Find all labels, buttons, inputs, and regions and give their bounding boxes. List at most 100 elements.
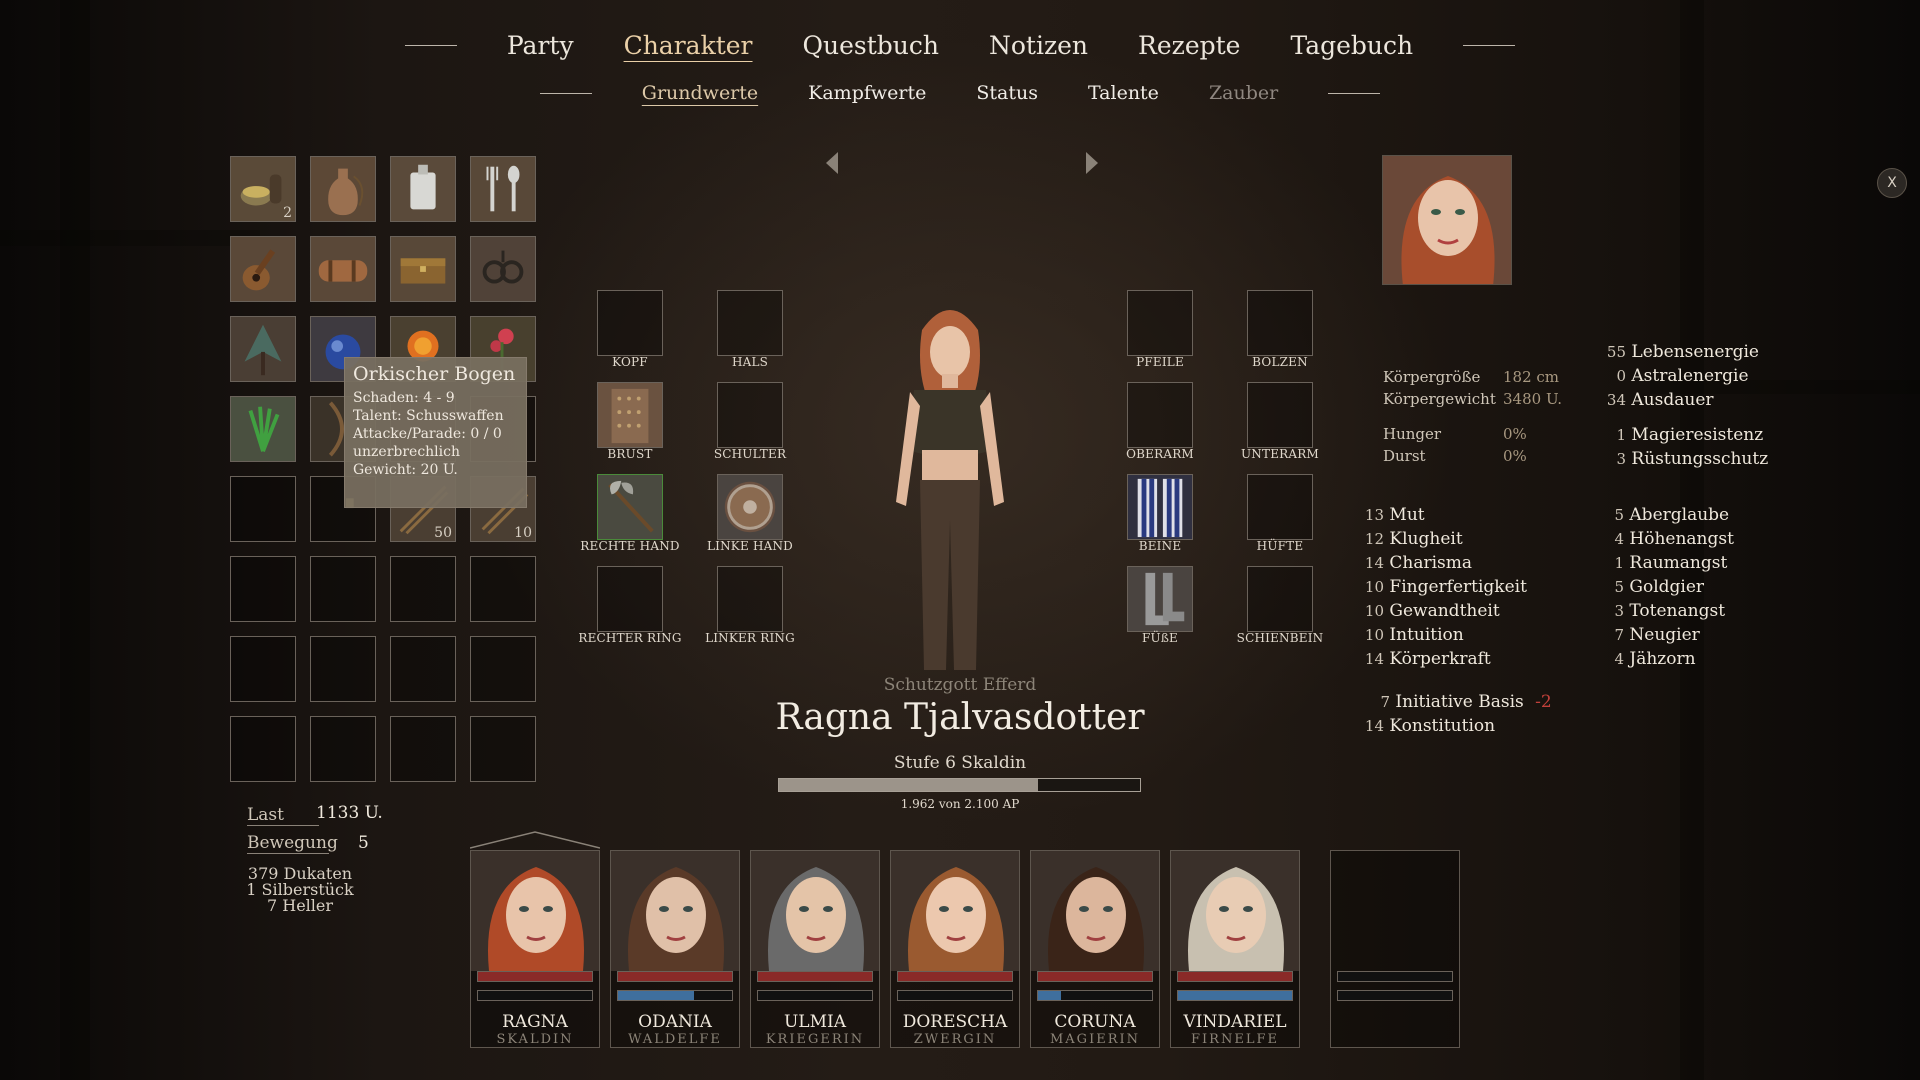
inventory-slot-empty-15[interactable] (470, 716, 536, 782)
inventory-slot-empty-11[interactable] (470, 636, 536, 702)
inventory-slot-empty-4[interactable] (230, 556, 296, 622)
hp-bar-fill (1178, 972, 1292, 981)
tab-notizen[interactable]: Notizen (989, 31, 1088, 60)
hp-bar (1337, 971, 1453, 982)
inventory-slot-waterskin[interactable] (310, 156, 376, 222)
inventory-slot-empty-3[interactable] (230, 476, 296, 542)
item-tooltip: Orkischer Bogen Schaden: 4 - 9 Talent: S… (344, 357, 527, 508)
trait-row[interactable]: 4 Jähzorn (1598, 647, 1734, 671)
party-member-dorescha[interactable]: DORESCHA ZWERGIN (890, 850, 1020, 1048)
attribute-row[interactable]: 13 Mut (1358, 503, 1527, 527)
money-heller: 7 Heller (266, 896, 334, 915)
equip-slot-hals[interactable] (717, 290, 783, 356)
trait-row[interactable]: 3 Totenangst (1598, 599, 1734, 623)
bewegung-value: 5 (358, 833, 369, 853)
inventory-slot-empty-10[interactable] (390, 636, 456, 702)
equip-slot-fuesse[interactable] (1127, 566, 1193, 632)
attribute-row[interactable]: 10 Fingerfertigkeit (1358, 575, 1527, 599)
equip-slot-rechte-hand[interactable] (597, 474, 663, 540)
inventory-slot-cutlery[interactable] (470, 156, 536, 222)
inventory-slot-shackles[interactable] (470, 236, 536, 302)
hp-bar (757, 971, 873, 982)
inventory-slot-lute[interactable] (230, 236, 296, 302)
ae-bar-fill (1038, 991, 1061, 1000)
inventory-slot-empty-8[interactable] (230, 636, 296, 702)
inventory-slot-bedroll[interactable] (310, 236, 376, 302)
trait-row[interactable]: 5 Aberglaube (1598, 503, 1734, 527)
equip-slot-beine[interactable] (1127, 474, 1193, 540)
attribute-row[interactable]: 14 Charisma (1358, 551, 1527, 575)
tab-zauber[interactable]: Zauber (1209, 82, 1278, 104)
party-portrait (891, 851, 1019, 971)
tab-questbuch[interactable]: Questbuch (803, 31, 939, 60)
inventory-slot-empty-5[interactable] (310, 556, 376, 622)
hp-bar (617, 971, 733, 982)
party-portrait (751, 851, 879, 971)
equip-slot-bolzen[interactable] (1247, 290, 1313, 356)
inventory-slot-empty-9[interactable] (310, 636, 376, 702)
attribute-row[interactable]: 10 Gewandtheit (1358, 599, 1527, 623)
tab-charakter[interactable]: Charakter (624, 31, 753, 60)
height-label: Körpergröße (1383, 368, 1481, 386)
equip-slot-rechter-ring[interactable] (597, 566, 663, 632)
attribute-row[interactable]: 10 Intuition (1358, 623, 1527, 647)
hunger-value: 0% (1503, 425, 1527, 443)
attribute-row[interactable]: 14 Körperkraft (1358, 647, 1527, 671)
tab-rezepte[interactable]: Rezepte (1138, 31, 1240, 60)
inventory-slot-arrowhead[interactable] (230, 316, 296, 382)
trait-row[interactable]: 7 Neugier (1598, 623, 1734, 647)
tab-grundwerte[interactable]: Grundwerte (642, 82, 758, 104)
inventory-slot-empty-13[interactable] (310, 716, 376, 782)
party-member-odania[interactable]: ODANIA WALDELFE (610, 850, 740, 1048)
inventory-slot-empty-12[interactable] (230, 716, 296, 782)
inventory-slot-herb[interactable] (230, 396, 296, 462)
party-member-ragna[interactable]: RAGNA SKALDIN (470, 850, 600, 1048)
selected-member-indicator (470, 831, 600, 849)
party-member-coruna[interactable]: CORUNA MAGIERIN (1030, 850, 1160, 1048)
ae-bar (1037, 990, 1153, 1001)
hp-bar (1037, 971, 1153, 982)
equip-slot-linker-ring[interactable] (717, 566, 783, 632)
trait-row[interactable]: 1 Raumangst (1598, 551, 1734, 575)
tab-talente[interactable]: Talente (1088, 82, 1159, 104)
equip-slot-unterarm[interactable] (1247, 382, 1313, 448)
equip-label: RECHTE HAND (580, 539, 680, 553)
party-member-class: FIRNELFE (1191, 1032, 1279, 1047)
equip-slot-brust[interactable] (597, 382, 663, 448)
inventory-slot-empty-7[interactable] (470, 556, 536, 622)
ae-bar-fill (1178, 991, 1292, 1000)
equip-label: PFEILE (1136, 355, 1184, 369)
inventory-slot-empty-6[interactable] (390, 556, 456, 622)
equip-label: UNTERARM (1240, 447, 1319, 461)
inventory-slot-chest[interactable] (390, 236, 456, 302)
tab-tagebuch[interactable]: Tagebuch (1290, 31, 1413, 60)
next-character-arrow-icon[interactable] (1086, 152, 1098, 174)
character-model (896, 310, 1004, 670)
equip-slot-huefte[interactable] (1247, 474, 1313, 540)
equip-slot-oberarm[interactable] (1127, 382, 1193, 448)
close-button[interactable]: X (1877, 168, 1907, 198)
character-level: Stufe 6 Skaldin (893, 753, 1027, 773)
party-member-ulmia[interactable]: ULMIA KRIEGERIN (750, 850, 880, 1048)
party-portrait (611, 851, 739, 971)
equip-slot-schulter[interactable] (717, 382, 783, 448)
equip-slot-schienbein[interactable] (1247, 566, 1313, 632)
tab-party[interactable]: Party (507, 31, 574, 60)
trait-row[interactable]: 5 Goldgier (1598, 575, 1734, 599)
ae-bar (1337, 990, 1453, 1001)
party-member-vindariel[interactable]: VINDARIEL FIRNELFE (1170, 850, 1300, 1048)
inventory-slot-flask[interactable] (390, 156, 456, 222)
trait-row[interactable]: 4 Höhenangst (1598, 527, 1734, 551)
tab-kampfwerte[interactable]: Kampfwerte (808, 82, 926, 104)
party-member-name: ODANIA (638, 1012, 712, 1032)
inventory-slot-pot[interactable]: 2 (230, 156, 296, 222)
equip-slot-linke-hand[interactable] (717, 474, 783, 540)
ae-bar (1177, 990, 1293, 1001)
attribute-row[interactable]: 12 Klugheit (1358, 527, 1527, 551)
equip-slot-kopf[interactable] (597, 290, 663, 356)
equip-slot-pfeile[interactable] (1127, 290, 1193, 356)
inventory-slot-empty-14[interactable] (390, 716, 456, 782)
tab-status[interactable]: Status (976, 82, 1038, 104)
prev-character-arrow-icon[interactable] (826, 152, 838, 174)
party-member-empty-slot[interactable] (1330, 850, 1460, 1048)
